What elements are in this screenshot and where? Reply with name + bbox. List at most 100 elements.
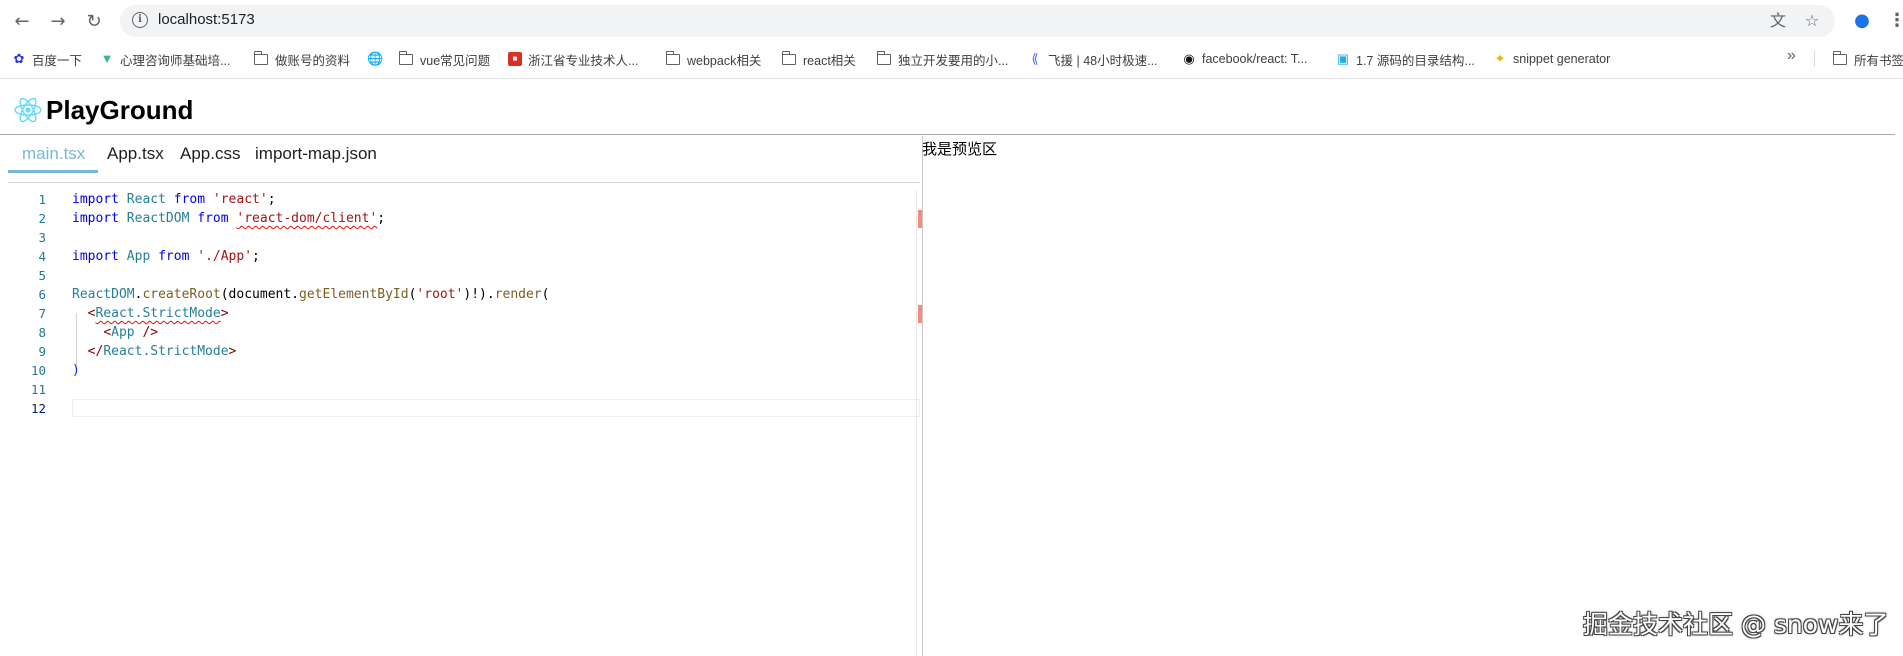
code-line[interactable]: 1 import React from 'react';	[0, 190, 920, 209]
arrow-right-icon[interactable]: →	[46, 9, 70, 33]
code-line[interactable]: 12	[0, 399, 920, 418]
editor-scrollbar[interactable]	[916, 190, 917, 656]
code-text: ReactDOM.createRoot(document.getElementB…	[72, 287, 550, 302]
bookmark-bilibili[interactable]: ▣ 1.7 源码的目录结构...	[1336, 49, 1475, 69]
code-line[interactable]: 5	[0, 266, 920, 285]
bookmark-label: snippet generator	[1513, 52, 1611, 66]
code-text: <React.StrictMode>	[87, 306, 229, 321]
folder-icon	[1832, 50, 1847, 65]
bookmark-react[interactable]: react相关	[781, 49, 856, 69]
tabs-divider	[8, 182, 920, 183]
bookmark-label: facebook/react: T...	[1202, 52, 1308, 66]
active-tab-indicator	[8, 170, 98, 173]
bookmark-snippet-generator[interactable]: ✦ snippet generator	[1493, 49, 1611, 69]
code-line[interactable]: 10 )	[0, 361, 920, 380]
code-text: import App from './App';	[72, 249, 260, 264]
red-badge-icon: ■	[508, 52, 522, 66]
code-text: import React from 'react';	[72, 192, 276, 207]
info-icon[interactable]: i	[132, 12, 148, 28]
bookmark-label: 独立开发要用的小...	[898, 53, 1009, 68]
app-header: PlayGround	[12, 94, 193, 126]
line-number: 4	[38, 249, 46, 264]
all-bookmarks-folder[interactable]: 所有书签	[1832, 49, 1903, 69]
watermark: 掘金技术社区 @ snow来了	[1583, 610, 1889, 639]
code-line[interactable]: 2 import ReactDOM from 'react-dom/client…	[0, 209, 920, 228]
baidu-paw-icon: ✿	[13, 51, 25, 66]
code-line[interactable]: 9 </React.StrictMode>	[0, 342, 920, 361]
bookmark-label: 1.7 源码的目录结构...	[1356, 53, 1475, 68]
translate-icon[interactable]: 文	[1768, 11, 1788, 31]
code-line[interactable]: 6 ReactDOM.createRoot(document.getElemen…	[0, 285, 920, 304]
line-number: 7	[38, 306, 46, 321]
bookmark-label: 浙江省专业技术人...	[528, 53, 639, 68]
bookmark-label: 飞援 | 48小时极速...	[1048, 53, 1158, 68]
code-line[interactable]: 7 <React.StrictMode>	[0, 304, 920, 323]
bookmark-baidu[interactable]: ✿ 百度一下	[12, 49, 82, 69]
code-editor[interactable]: 1 import React from 'react'; 2 import Re…	[0, 190, 920, 656]
preview-pane: 我是预览区	[922, 136, 1903, 656]
kebab-menu-icon[interactable]: ⋮	[1888, 9, 1903, 33]
browser-divider	[0, 78, 1903, 79]
bookmark-label: webpack相关	[687, 53, 762, 68]
code-line[interactable]: 8 <App />	[0, 323, 920, 342]
line-number: 10	[30, 363, 46, 378]
bookmark-label: 百度一下	[32, 53, 83, 68]
preview-text: 我是预览区	[922, 140, 998, 158]
line-number: 6	[38, 287, 46, 302]
code-line[interactable]: 3	[0, 228, 920, 247]
bookmarks-overflow-button[interactable]: »	[1787, 47, 1796, 65]
browser-toolbar: ← → ↻ i localhost:5173 文 ☆ ● ⋮	[0, 0, 1903, 42]
bookmark-github-react[interactable]: ◉ facebook/react: T...	[1182, 49, 1307, 69]
tab-app-css[interactable]: App.css	[180, 144, 240, 164]
react-logo-icon	[14, 97, 42, 123]
url-text[interactable]: localhost:5173	[158, 11, 255, 28]
bookmark-webpack[interactable]: webpack相关	[665, 49, 762, 69]
header-divider	[0, 134, 1895, 135]
bookmark-indie-dev[interactable]: 独立开发要用的小...	[876, 49, 1009, 69]
bookmark-zhejiang[interactable]: ■ 浙江省专业技术人...	[508, 49, 638, 69]
profile-icon[interactable]: ●	[1850, 9, 1874, 33]
star-icon[interactable]: ☆	[1802, 11, 1822, 31]
line-number: 8	[38, 325, 46, 340]
bookmark-label: vue常见问题	[420, 53, 491, 68]
line-number: 9	[38, 344, 46, 359]
line-number: 12	[30, 401, 46, 416]
tab-main-tsx[interactable]: main.tsx	[22, 144, 85, 164]
arrow-left-icon[interactable]: ←	[10, 9, 34, 33]
folder-icon	[665, 50, 680, 65]
app-title: PlayGround	[46, 94, 194, 125]
code-text: </React.StrictMode>	[87, 344, 237, 359]
code-line[interactable]: 11	[0, 380, 920, 399]
vue-logo-icon: ▼	[100, 51, 114, 66]
address-bar[interactable]: i localhost:5173 文 ☆	[120, 5, 1835, 37]
bookmark-account-materials[interactable]: 做账号的资料	[253, 49, 351, 69]
bookmark-feiyuan[interactable]: ⟪ 飞援 | 48小时极速...	[1028, 49, 1158, 69]
globe-icon: 🌐	[367, 51, 384, 66]
bookmark-psychology[interactable]: ▼ 心理咨询师基础培...	[100, 49, 231, 69]
code-text: )	[72, 363, 80, 378]
line-number: 1	[38, 192, 46, 207]
folder-icon	[781, 50, 796, 65]
code-text: <App />	[103, 325, 159, 340]
bookmark-globe[interactable]: 🌐	[367, 49, 387, 69]
github-icon: ◉	[1183, 51, 1195, 66]
bookmark-label: 心理咨询师基础培...	[120, 53, 231, 68]
tab-import-map-json[interactable]: import-map.json	[255, 144, 377, 164]
tab-app-tsx[interactable]: App.tsx	[107, 144, 164, 164]
reload-icon[interactable]: ↻	[82, 9, 106, 33]
folder-icon	[398, 50, 413, 65]
line-number: 11	[30, 382, 46, 397]
file-tabs: main.tsx App.tsx App.css import-map.json	[8, 136, 920, 182]
bookmark-label: 做账号的资料	[275, 53, 351, 68]
bookmark-label: 所有书签	[1854, 53, 1903, 68]
folder-icon	[253, 50, 268, 65]
folder-icon	[876, 50, 891, 65]
code-line[interactable]: 4 import App from './App';	[0, 247, 920, 266]
bookmark-label: react相关	[803, 53, 856, 68]
bookmarks-bar: ✿ 百度一下 ▼ 心理咨询师基础培... 做账号的资料 🌐 vue常见问题 ■ …	[0, 45, 1903, 73]
line-number: 3	[38, 230, 46, 245]
line-number: 2	[38, 211, 46, 226]
bookmark-vue-faq[interactable]: vue常见问题	[398, 49, 491, 69]
snippet-icon: ✦	[1494, 51, 1506, 66]
bilibili-icon: ▣	[1336, 51, 1350, 66]
